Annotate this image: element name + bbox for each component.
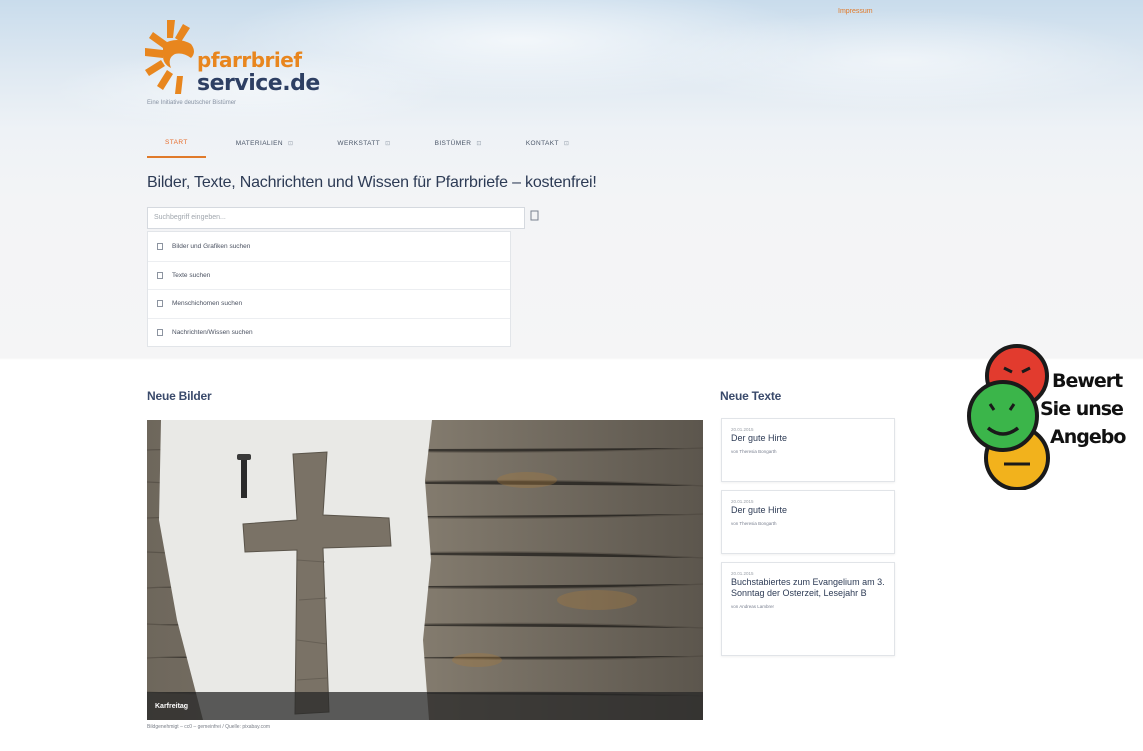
dropdown-arrow-icon: ⊡ [385, 140, 391, 147]
logo-word-service: service.de [197, 71, 320, 96]
nav-item-bistuemer[interactable]: BISTÜMER ⊡ [421, 128, 496, 158]
nav-item-label: BISTÜMER [434, 139, 472, 147]
new-texts-heading: Neue Texte [720, 389, 782, 403]
main-nav: START MATERIALIEN ⊡ WERKSTATT ⊡ BISTÜMER ⊡ … [147, 128, 583, 158]
text-card[interactable]: 20.01.2015 Buchstabiertes zum Evangelium… [721, 562, 895, 656]
text-card[interactable]: 20.01.2015 Der gute Hirte von Theresia B… [721, 418, 895, 482]
featured-image[interactable] [147, 420, 703, 720]
nav-item-start[interactable]: START [147, 128, 206, 158]
text-title[interactable]: Buchstabiertes zum Evangelium am 3. Sonn… [731, 577, 885, 599]
rating-widget[interactable]: Bewert Sie unse Angebo [960, 340, 1143, 490]
new-images-heading: Neue Bilder [147, 389, 212, 403]
text-author: von Theresia Bongarth [731, 449, 777, 454]
checkbox-icon[interactable] [157, 300, 163, 308]
text-card[interactable]: 20.01.2015 Der gute Hirte von Theresia B… [721, 490, 895, 554]
search-options-list: Bilder und Grafiken suchen Texte suchen … [147, 231, 511, 347]
dropdown-arrow-icon: ⊡ [476, 140, 482, 147]
text-author: von Andreas Lambrer [731, 604, 775, 609]
checkbox-icon[interactable] [157, 271, 163, 279]
search-option-texts[interactable]: Texte suchen [148, 260, 510, 290]
dropdown-arrow-icon: ⊡ [287, 140, 294, 147]
page-title: Bilder, Texte, Nachrichten und Wissen fü… [147, 174, 597, 191]
text-title[interactable]: Der gute Hirte [731, 505, 885, 516]
search-option-label: Bilder und Grafiken suchen [172, 242, 251, 250]
nav-item-werkstatt[interactable]: WERKSTATT ⊡ [323, 128, 404, 158]
checkbox-icon[interactable] [157, 242, 163, 250]
rating-text-line1: Bewert [1052, 370, 1123, 392]
top-link[interactable]: Impressum [838, 8, 873, 15]
nav-item-label: WERKSTATT [337, 139, 381, 147]
checkbox-icon[interactable] [157, 328, 163, 336]
text-title[interactable]: Der gute Hirte [731, 433, 885, 444]
image-caption-bar [147, 692, 703, 720]
sun-logo-icon [145, 20, 194, 94]
nav-item-label: START [165, 138, 188, 146]
nav-item-materialien[interactable]: MATERIALIEN ⊡ [222, 128, 308, 158]
image-caption[interactable]: Karfreitag [155, 703, 188, 710]
search-option-news[interactable]: Nachrichten/Wissen suchen [148, 317, 510, 347]
text-author: von Theresia Bongarth [731, 521, 777, 526]
image-copyright: Bildgenehmigt – cc0 – gemeinfrei / Quell… [147, 724, 271, 730]
nav-item-label: KONTAKT [525, 139, 559, 147]
nav-item-label: MATERIALIEN [235, 139, 283, 147]
search-icon[interactable] [530, 210, 540, 222]
text-date: 20.01.2015 [731, 427, 754, 432]
search-option-label: Menschichomen suchen [172, 300, 243, 308]
search-option-label: Texte suchen [172, 271, 211, 279]
site-logo[interactable]: pfarrbrief service.de Eine Initiative de… [145, 18, 335, 110]
rating-text-line3: Angebo [1050, 426, 1126, 448]
search-option-images[interactable]: Bilder und Grafiken suchen [148, 232, 510, 261]
text-date: 20.01.2015 [731, 499, 754, 504]
search-option-label: Nachrichten/Wissen suchen [172, 328, 253, 336]
text-date: 20.01.2015 [731, 571, 754, 576]
search-option-people[interactable]: Menschichomen suchen [148, 289, 510, 318]
logo-word-pfarrbrief: pfarrbrief [197, 48, 302, 72]
dropdown-arrow-icon: ⊡ [563, 140, 570, 147]
rating-text-line2: Sie unse [1040, 398, 1124, 420]
cross-photo-graphic [147, 420, 703, 720]
nav-item-kontakt[interactable]: KONTAKT ⊡ [512, 128, 583, 158]
logo-tagline: Eine Initiative deutscher Bistümer [147, 100, 237, 106]
page: Impressum pfarrbrief service.de Eine Ini… [0, 0, 1143, 751]
search-input[interactable]: Suchbegriff eingeben... [147, 207, 525, 229]
